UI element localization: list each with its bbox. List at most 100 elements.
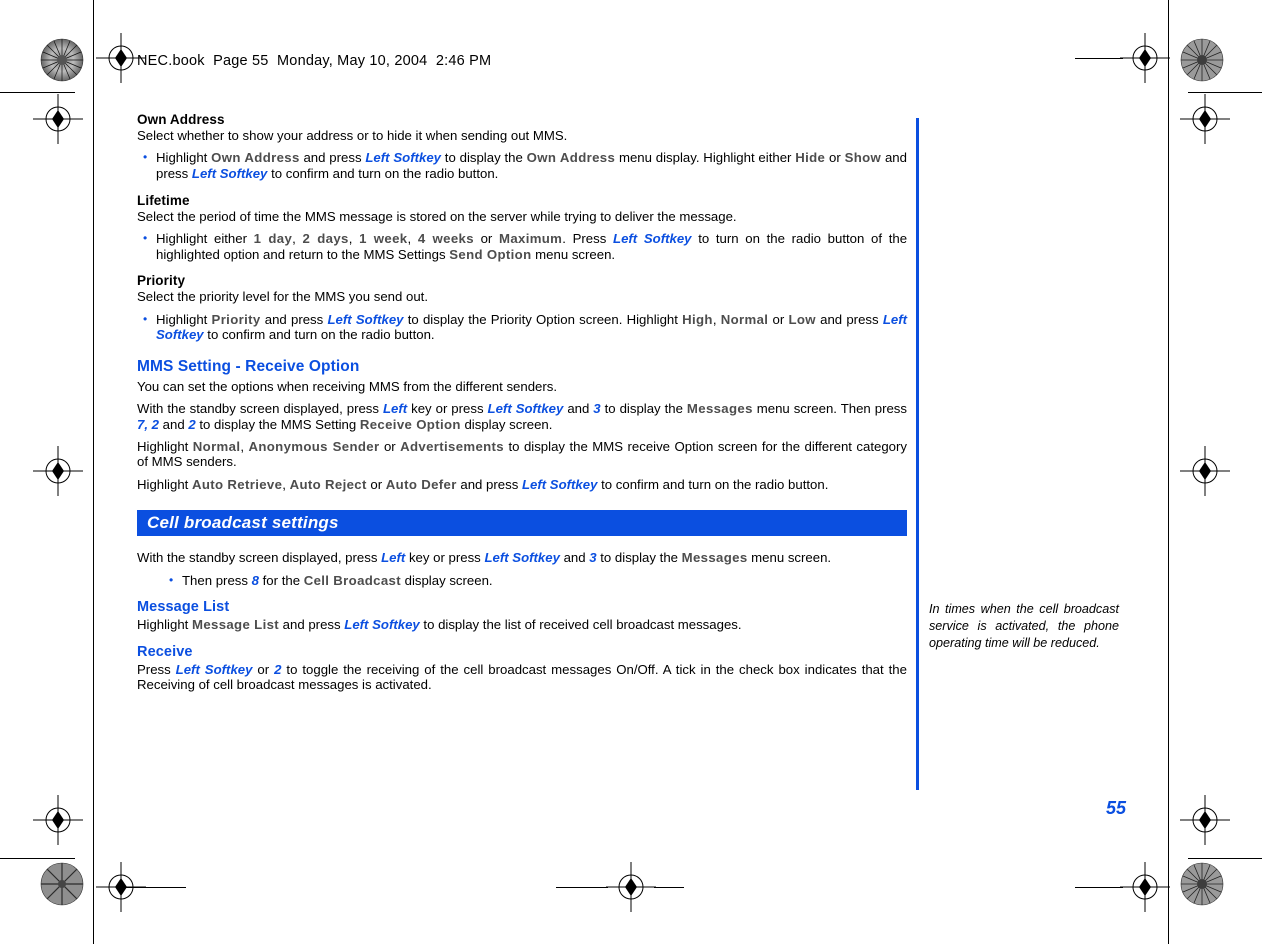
priority-bullet: Highlight Priority and press Left Softke… bbox=[137, 311, 907, 343]
mms-receive-option-para-3: Highlight Auto Retrieve, Auto Reject or … bbox=[137, 476, 829, 492]
ui-term: Low bbox=[788, 311, 816, 327]
ui-term: Auto Reject bbox=[289, 476, 367, 492]
crop-rule-bottom-right-tick bbox=[1075, 887, 1123, 888]
ui-term: High bbox=[682, 311, 713, 327]
ui-term: Cell Broadcast bbox=[303, 572, 401, 588]
registration-mark-top-left bbox=[96, 33, 146, 83]
ui-term: Own Address bbox=[211, 150, 300, 166]
lifetime-bullet: Highlight either 1 day, 2 days, 1 week, … bbox=[137, 230, 907, 262]
ui-term: Messages bbox=[686, 401, 753, 417]
receive-body: Press Left Softkey or 2 to toggle the re… bbox=[137, 661, 907, 693]
ui-term: 1 day bbox=[253, 231, 293, 246]
mms-receive-option-heading: MMS Setting - Receive Option bbox=[137, 357, 360, 375]
rosette-mark-top-right bbox=[1180, 38, 1224, 82]
ui-term: Anonymous Sender bbox=[248, 439, 380, 454]
ui-term: Auto Retrieve bbox=[191, 476, 283, 492]
section-priority: Priority Select the priority level for t… bbox=[137, 273, 907, 343]
registration-mark-upper-left bbox=[33, 94, 83, 144]
key-reference: Left Softkey bbox=[487, 401, 564, 417]
rosette-mark-bottom-right bbox=[1180, 862, 1224, 906]
priority-heading: Priority bbox=[137, 273, 186, 289]
ui-term: Maximum bbox=[498, 231, 563, 246]
ui-term: 4 weeks bbox=[417, 231, 474, 246]
ui-term: Auto Defer bbox=[385, 476, 457, 492]
crop-rule-vertical-left bbox=[93, 0, 94, 944]
registration-mark-bottom-left-inner bbox=[96, 862, 146, 912]
registration-mark-bottom-center bbox=[606, 862, 656, 912]
lifetime-heading: Lifetime bbox=[137, 192, 190, 208]
ui-term: 2 days bbox=[302, 231, 349, 246]
crop-rule-right-top bbox=[1188, 92, 1262, 93]
key-reference: Left Softkey bbox=[613, 231, 692, 246]
own-address-heading: Own Address bbox=[137, 112, 225, 127]
own-address-bullet: Highlight Own Address and press Left Sof… bbox=[137, 149, 907, 181]
content-margin-divider bbox=[916, 118, 919, 790]
cell-broadcast-bullet: Then press 8 for the Cell Broadcast disp… bbox=[137, 572, 907, 589]
crop-rule-horizontal-top bbox=[0, 92, 75, 93]
section-cell-broadcast: With the standby screen displayed, press… bbox=[137, 550, 907, 692]
registration-mark-top-right bbox=[1120, 33, 1170, 83]
key-reference: 3 bbox=[589, 550, 597, 566]
crop-rule-bottom-center-left bbox=[556, 887, 608, 888]
section-mms-receive-option: MMS Setting - Receive Option You can set… bbox=[137, 358, 907, 492]
crop-rule-horizontal-bottom bbox=[0, 858, 75, 859]
ui-term: Normal bbox=[720, 311, 769, 327]
key-reference: Left Softkey bbox=[521, 476, 598, 492]
ui-term: Priority bbox=[211, 311, 261, 327]
key-reference: 2 bbox=[188, 416, 196, 432]
registration-mark-bottom-right-inner bbox=[1120, 862, 1170, 912]
page-number: 55 bbox=[1106, 798, 1127, 818]
key-reference: Left Softkey bbox=[191, 166, 268, 181]
ui-term: Own Address bbox=[526, 150, 616, 166]
page-content: Own Address Select whether to show your … bbox=[137, 112, 907, 692]
section-lifetime: Lifetime Select the period of time the M… bbox=[137, 193, 907, 263]
message-list-body: Highlight Message List and press Left So… bbox=[137, 617, 742, 633]
key-reference: Left Softkey bbox=[365, 150, 441, 166]
key-reference: Left Softkey bbox=[327, 311, 404, 327]
crop-rule-vertical-right bbox=[1168, 0, 1169, 944]
ui-term: Messages bbox=[681, 550, 748, 566]
key-reference: 8 bbox=[251, 572, 259, 588]
registration-mark-lower-left bbox=[33, 795, 83, 845]
key-reference: Left bbox=[381, 550, 406, 566]
ui-term: Send Option bbox=[449, 246, 532, 262]
key-reference: 2 bbox=[274, 661, 282, 677]
banner-title: Cell broadcast settings bbox=[147, 513, 339, 533]
message-list-heading: Message List bbox=[137, 599, 230, 616]
own-address-intro: Select whether to show your address or t… bbox=[137, 128, 568, 143]
lifetime-intro: Select the period of time the MMS messag… bbox=[137, 208, 737, 224]
key-reference: 7, 2 bbox=[137, 416, 159, 432]
crop-rule-top-right-tick bbox=[1075, 58, 1123, 59]
ui-term: Hide bbox=[795, 150, 826, 166]
ui-term: 1 week bbox=[359, 231, 408, 246]
margin-note: In times when the cell broadcast service… bbox=[929, 602, 1119, 650]
cell-broadcast-para-1: With the standby screen displayed, press… bbox=[137, 550, 832, 566]
registration-mark-right-lower bbox=[1180, 795, 1230, 845]
print-header-text: NEC.book Page 55 Monday, May 10, 2004 2:… bbox=[137, 53, 492, 69]
mms-receive-option-para-1: With the standby screen displayed, press… bbox=[137, 401, 907, 432]
ui-term: Advertisements bbox=[400, 439, 504, 454]
priority-intro: Select the priority level for the MMS yo… bbox=[137, 289, 428, 305]
key-reference: Left Softkey bbox=[344, 617, 420, 633]
registration-mark-right-upper bbox=[1180, 94, 1230, 144]
key-reference: Left Softkey bbox=[484, 550, 560, 566]
receive-heading: Receive bbox=[137, 643, 193, 660]
registration-mark-right-middle bbox=[1180, 446, 1230, 496]
registration-mark-left-middle bbox=[33, 446, 83, 496]
key-reference: Left Softkey bbox=[175, 661, 253, 677]
ui-term: Receive Option bbox=[359, 416, 461, 432]
mms-receive-option-para-2: Highlight Normal, Anonymous Sender or Ad… bbox=[137, 439, 907, 470]
crop-rule-bottom-center-right bbox=[654, 887, 684, 888]
rosette-mark-bottom-left bbox=[40, 862, 84, 906]
key-reference: Left bbox=[382, 401, 408, 417]
mms-receive-option-intro: You can set the options when receiving M… bbox=[137, 378, 558, 394]
crop-rule-right-bottom bbox=[1188, 858, 1262, 859]
ui-term: Show bbox=[844, 150, 882, 166]
section-own-address: Own Address Select whether to show your … bbox=[137, 112, 907, 182]
key-reference: 3 bbox=[593, 401, 601, 417]
rosette-mark-top-left bbox=[40, 38, 84, 82]
ui-term: Message List bbox=[191, 617, 280, 633]
crop-rule-bottom-left-tick bbox=[121, 887, 186, 888]
cell-broadcast-settings-banner: Cell broadcast settings bbox=[137, 510, 907, 537]
ui-term: Normal bbox=[192, 439, 241, 454]
